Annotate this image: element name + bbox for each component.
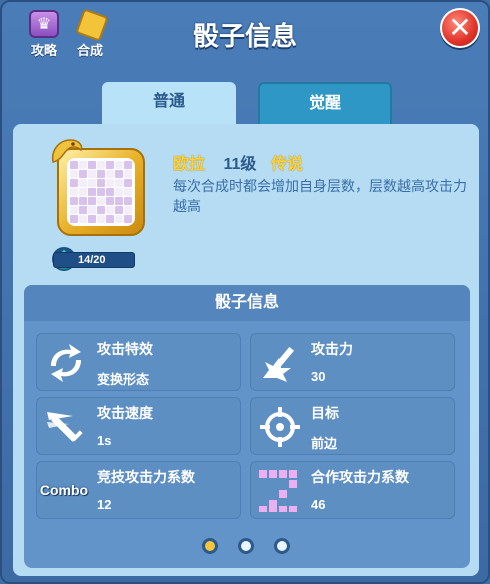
stat-coop-coefficient: 合作攻击力系数 46 xyxy=(250,461,455,519)
tab-normal[interactable]: 普通 xyxy=(102,82,236,124)
dice-header-line: 欧拉 11级 传说 xyxy=(173,150,303,174)
stat-name: 竞技攻击力系数 xyxy=(97,469,195,485)
dice-image xyxy=(49,136,153,252)
speed-sword-icon xyxy=(47,412,83,442)
dice-description: 每次合成时都会增加自身层数，层数越高攻击力越高 xyxy=(173,178,467,214)
sword-burst-icon xyxy=(263,346,295,382)
stat-value: 1s xyxy=(97,433,112,448)
stats-title: 骰子信息 xyxy=(24,285,470,321)
stat-attack-power: 攻击力 30 xyxy=(250,333,455,391)
tab-awaken[interactable]: 觉醒 xyxy=(258,82,392,124)
tab-bar: 普通 觉醒 xyxy=(2,82,490,124)
stat-value: 30 xyxy=(311,369,326,384)
transform-arrows-icon xyxy=(51,344,81,382)
combo-text: Combo xyxy=(39,482,89,498)
page-dot-1[interactable] xyxy=(201,538,218,554)
stat-name: 攻击特效 xyxy=(97,341,153,357)
dice-info-dialog: 攻略 合成 骰子信息 ✕ 普通 觉醒 14/20 xyxy=(0,0,490,584)
stat-name: 攻击速度 xyxy=(97,405,153,421)
stat-name: 目标 xyxy=(311,405,339,421)
dice-name: 欧拉 xyxy=(173,156,206,173)
dialog-header: 攻略 合成 骰子信息 ✕ xyxy=(2,2,488,66)
stat-value: 12 xyxy=(97,497,112,512)
dialog-title: 骰子信息 xyxy=(192,22,297,52)
stat-pvp-coefficient: Combo 竞技攻击力系数 12 xyxy=(36,461,241,519)
dice-rarity: 传说 xyxy=(270,156,303,173)
stat-name: 攻击力 xyxy=(311,341,353,357)
content-panel: 14/20 欧拉 11级 传说 每次合成时都会增加自身层数，层数越高攻击力越高 … xyxy=(13,124,479,576)
dice-face xyxy=(67,158,135,226)
stats-section: 骰子信息 攻击特效 变换形态 攻击力 30 攻击速度 1s 目标 前边 Comb… xyxy=(24,285,470,568)
page-dot-2[interactable] xyxy=(238,538,254,554)
close-icon: ✕ xyxy=(448,12,472,43)
card-progress-bar: 14/20 xyxy=(53,252,135,268)
stat-attack-speed: 攻击速度 1s xyxy=(36,397,241,455)
stat-target: 目标 前边 xyxy=(250,397,455,455)
card-progress-text: 14/20 xyxy=(78,254,106,266)
dragon-icon xyxy=(51,139,83,163)
close-button[interactable]: ✕ xyxy=(440,8,480,48)
page-indicator xyxy=(13,538,479,559)
stat-value: 变换形态 xyxy=(97,372,150,387)
dice-level: 11级 xyxy=(223,156,257,173)
stat-name: 合作攻击力系数 xyxy=(311,469,409,485)
coop-grid-icon xyxy=(259,470,297,512)
crosshair-icon xyxy=(260,407,300,447)
stat-attack-effect: 攻击特效 变换形态 xyxy=(36,333,241,391)
stat-value: 前边 xyxy=(311,436,338,451)
stat-value: 46 xyxy=(311,497,326,512)
page-dot-3[interactable] xyxy=(274,538,291,554)
combo-icon: Combo xyxy=(39,468,88,514)
